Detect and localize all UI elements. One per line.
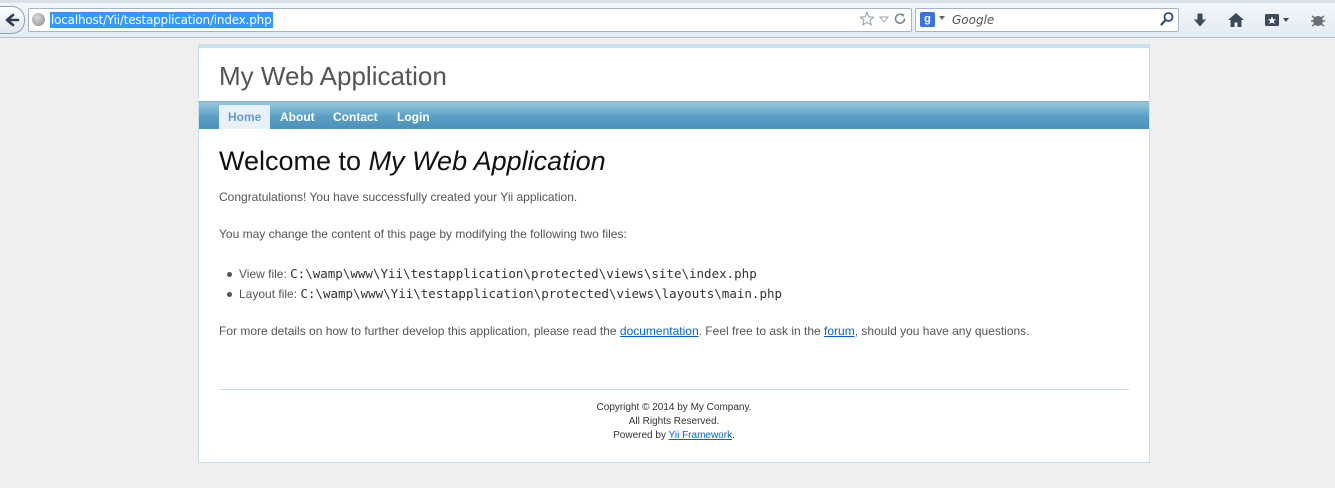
powered-prefix: Powered by — [613, 430, 669, 441]
history-dropdown-icon[interactable] — [879, 14, 889, 24]
details-middle: . Feel free to ask in the — [698, 324, 825, 338]
download-arrow-icon — [1194, 13, 1206, 27]
search-placeholder: Google — [952, 13, 995, 27]
powered-suffix: . — [732, 430, 735, 441]
file-path: C:\wamp\www\Yii\testapplication\protecte… — [300, 286, 783, 301]
site-logo: My Web Application — [219, 61, 447, 91]
details-before: For more details on how to further devel… — [219, 324, 620, 338]
page-top-border — [199, 45, 1149, 48]
heading-prefix: Welcome to — [219, 146, 369, 176]
footer-powered: Powered by Yii Framework. — [199, 429, 1149, 443]
documentation-link[interactable]: documentation — [620, 324, 699, 338]
footer-copyright: Copyright © 2014 by My Company. — [596, 402, 752, 413]
home-button[interactable] — [1226, 10, 1246, 30]
footer-rights: All Rights Reserved. — [628, 416, 720, 427]
footer: Copyright © 2014 by My Company. All Righ… — [199, 401, 1149, 443]
file-list: View file: C:\wamp\www\Yii\testapplicati… — [219, 264, 782, 304]
browser-toolbar: localhost/Yii/testapplication/index.php … — [0, 3, 1335, 38]
site-identity-icon[interactable] — [32, 13, 45, 26]
back-arrow-icon — [5, 13, 20, 27]
file-label: Layout file: — [239, 287, 301, 301]
address-bar[interactable]: localhost/Yii/testapplication/index.php — [28, 8, 912, 32]
addon-button[interactable] — [1308, 10, 1328, 30]
engine-dropdown-icon[interactable] — [938, 14, 946, 22]
page-heading: Welcome to My Web Application — [219, 146, 606, 177]
details-after: , should you have any questions. — [854, 324, 1030, 338]
address-text[interactable]: localhost/Yii/testapplication/index.php — [50, 12, 273, 28]
heading-app-name: My Web Application — [368, 146, 606, 176]
congrats-text: Congratulations! You have successfully c… — [219, 190, 578, 204]
yii-framework-link[interactable]: Yii Framework — [669, 430, 733, 441]
search-icon[interactable] — [1159, 11, 1175, 27]
file-path: C:\wamp\www\Yii\testapplication\protecte… — [290, 266, 757, 281]
bookmark-star-icon[interactable] — [859, 11, 875, 27]
menu-item-home[interactable]: Home — [219, 105, 271, 129]
menu-item-contact[interactable]: Contact — [324, 105, 387, 129]
details-text: For more details on how to further devel… — [219, 324, 1030, 338]
menu-item-login[interactable]: Login — [388, 105, 439, 129]
back-button[interactable] — [0, 6, 25, 34]
bookmarks-menu-button[interactable] — [1262, 10, 1294, 30]
menu-item-about[interactable]: About — [271, 105, 324, 129]
change-intro-text: You may change the content of this page … — [219, 227, 627, 241]
page-container: My Web Application Home About Contact Lo… — [198, 44, 1150, 463]
home-icon — [1228, 13, 1244, 27]
addon-bug-icon — [1311, 15, 1325, 27]
list-item: View file: C:\wamp\www\Yii\testapplicati… — [219, 264, 782, 284]
footer-divider — [219, 389, 1129, 390]
list-item: Layout file: C:\wamp\www\Yii\testapplica… — [219, 284, 782, 304]
reload-icon[interactable] — [893, 12, 907, 26]
bookmarks-icon — [1265, 14, 1289, 26]
downloads-button[interactable] — [1190, 10, 1210, 30]
search-bar[interactable]: g Google — [915, 8, 1179, 32]
forum-link[interactable]: forum — [824, 324, 855, 338]
main-menu: Home About Contact Login — [199, 101, 1149, 129]
file-label: View file: — [239, 267, 291, 281]
google-engine-icon[interactable]: g — [920, 12, 935, 27]
